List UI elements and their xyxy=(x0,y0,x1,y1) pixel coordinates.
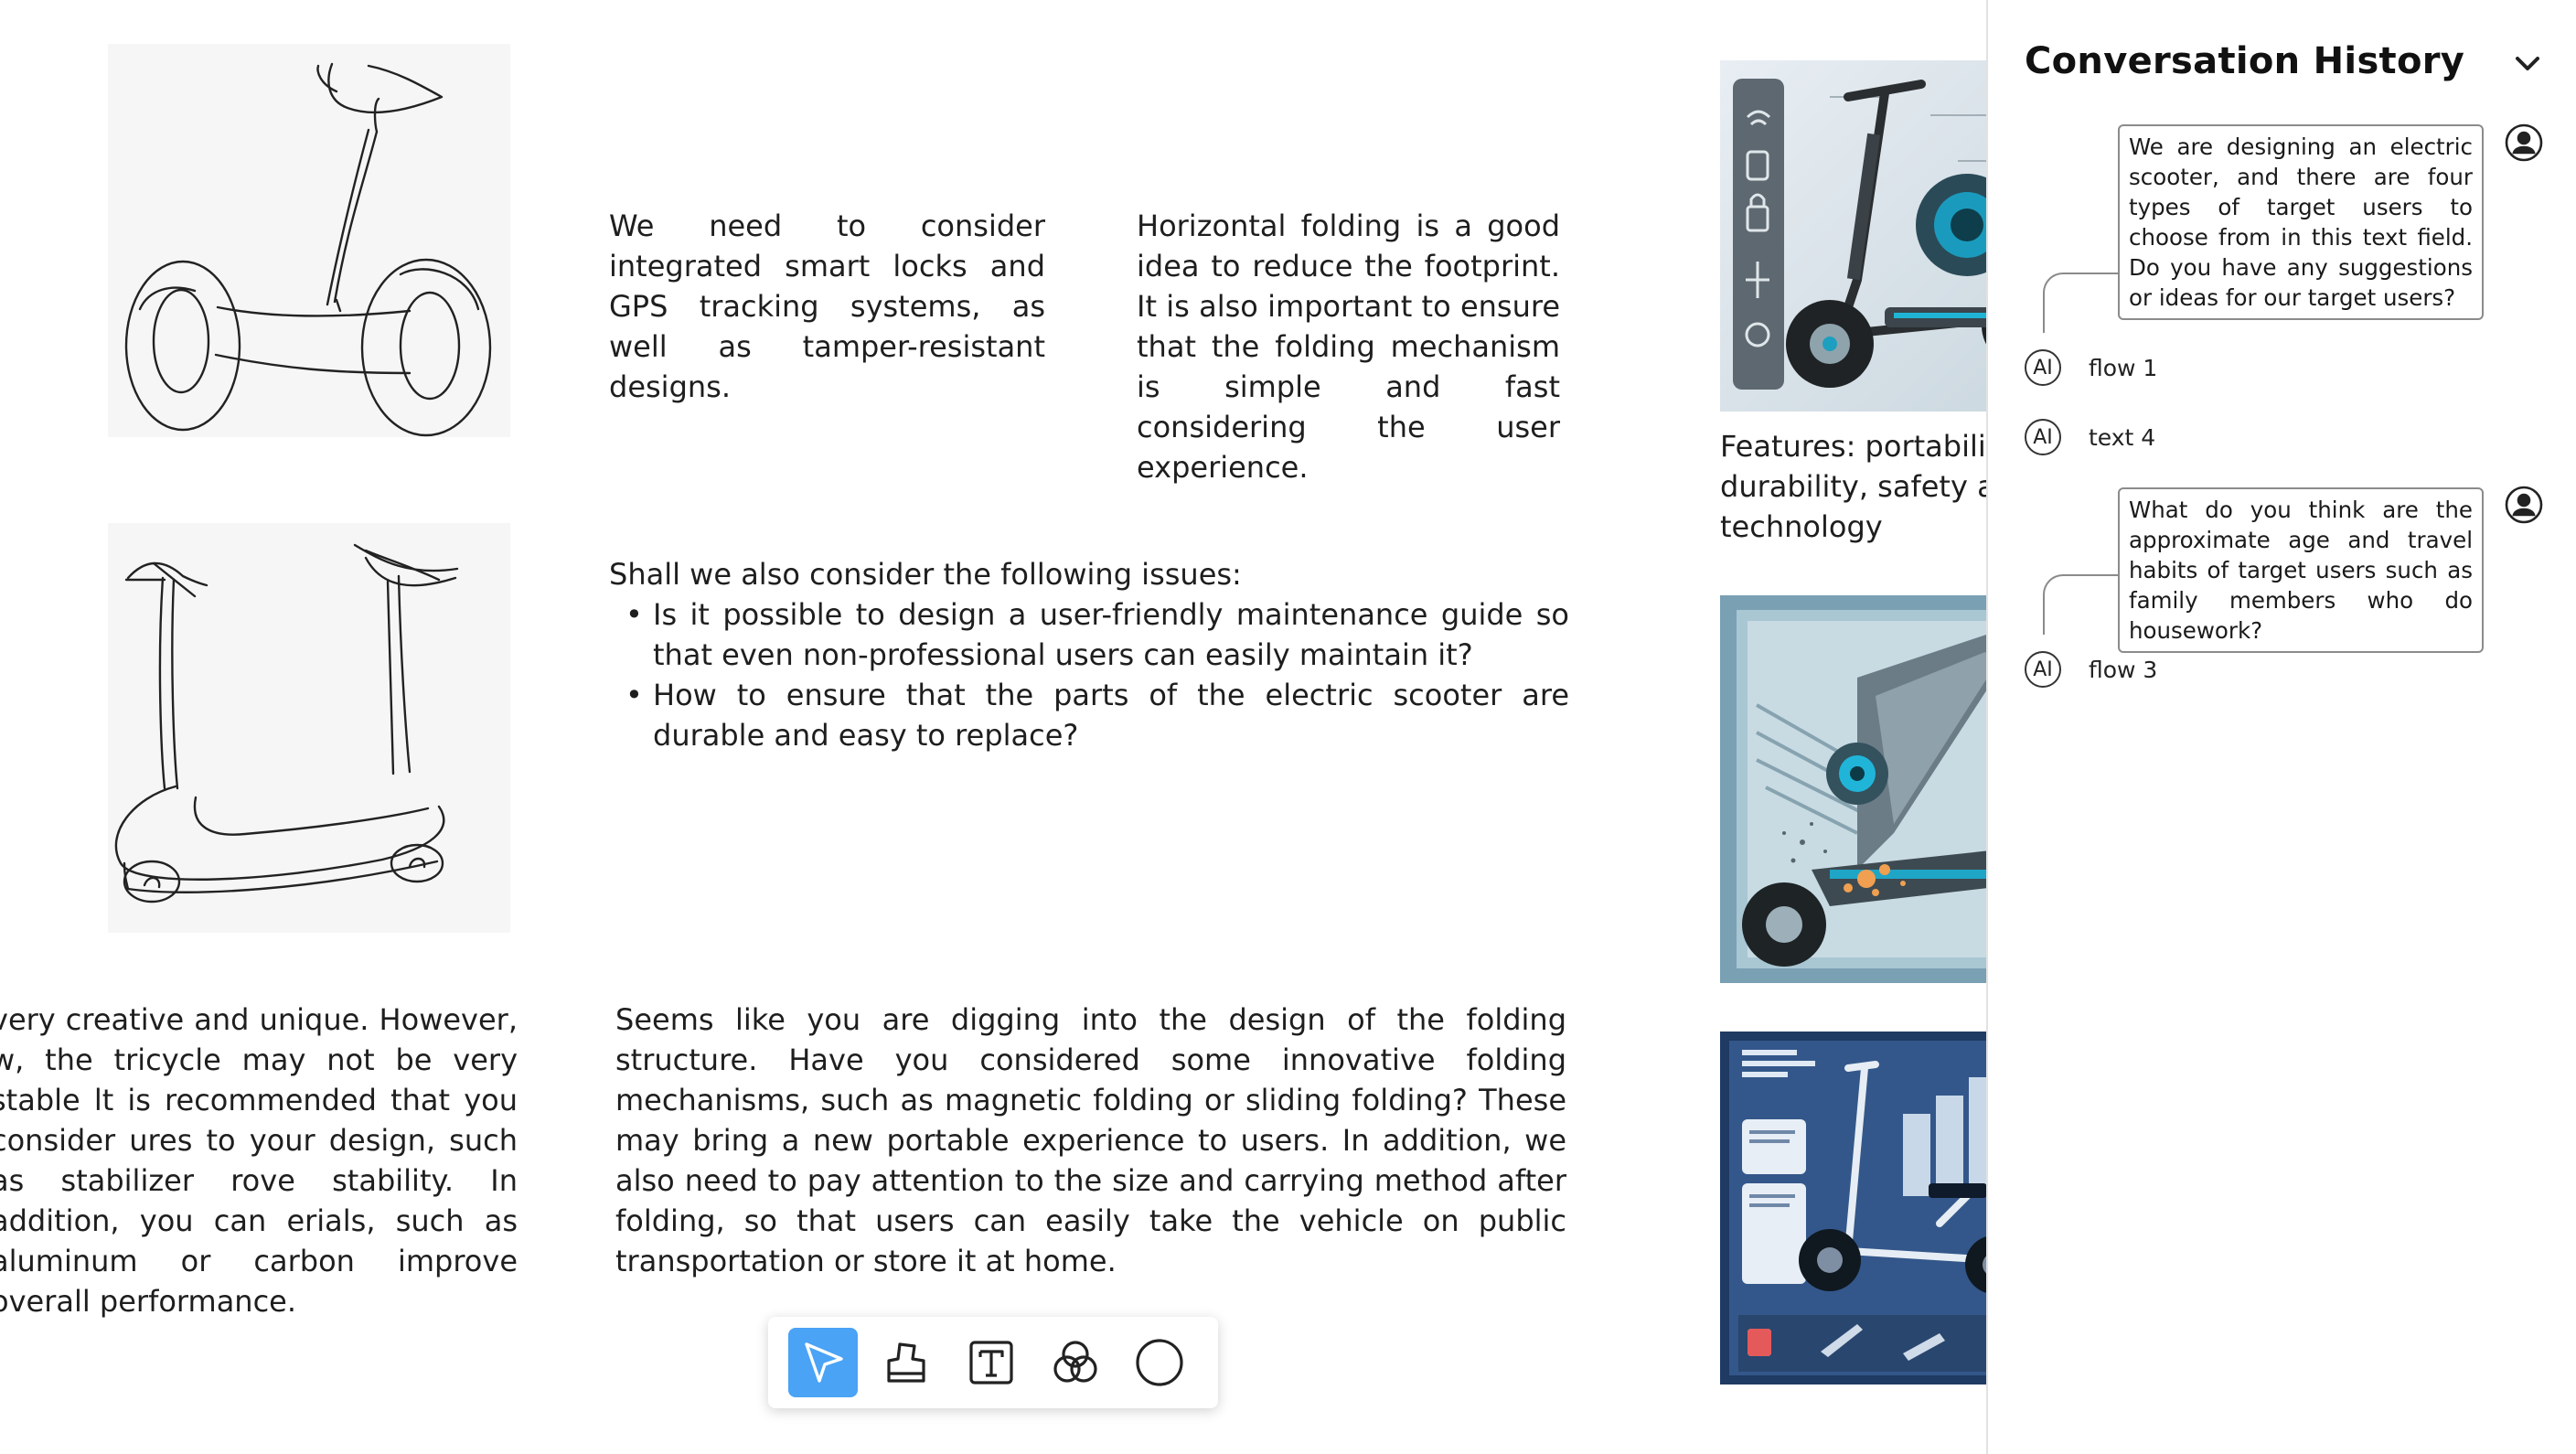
user-message-bubble[interactable]: What do you think are the approximate ag… xyxy=(2118,487,2484,653)
note-issue-item: How to ensure that the parts of the elec… xyxy=(609,675,1569,755)
user-message-text: We are designing an electric scooter, an… xyxy=(2129,134,2473,311)
conversation-history-panel: Conversation History We are designing an… xyxy=(1986,0,2576,1454)
whiteboard-canvas[interactable]: We need to consider integrated smart loc… xyxy=(0,0,1986,1454)
note-issues-intro: Shall we also consider the following iss… xyxy=(609,557,1242,592)
thread-connector xyxy=(2043,574,2120,635)
tool-circle[interactable] xyxy=(1125,1328,1194,1397)
folding-tricycle-scooter-sketch[interactable] xyxy=(108,523,510,933)
panel-title: Conversation History xyxy=(2025,40,2465,82)
note-issues[interactable]: Shall we also consider the following iss… xyxy=(609,554,1569,755)
tool-sticky[interactable] xyxy=(872,1328,942,1397)
overlap-circles-icon xyxy=(1053,1341,1097,1383)
ai-response-label: text 4 xyxy=(2089,423,2156,451)
tool-text[interactable] xyxy=(957,1328,1026,1397)
stamp-icon xyxy=(887,1342,925,1383)
user-avatar xyxy=(2504,485,2544,525)
user-message-bubble[interactable]: We are designing an electric scooter, an… xyxy=(2118,124,2484,320)
drawing-toolbar xyxy=(768,1317,1218,1408)
ai-response-label: flow 1 xyxy=(2089,354,2158,381)
scooter-infographic-render[interactable] xyxy=(1720,1032,1986,1385)
user-icon xyxy=(2505,123,2543,162)
tool-shapes[interactable] xyxy=(1041,1328,1110,1397)
note-issue-item: Is it possible to design a user-friendly… xyxy=(609,594,1569,675)
ai-response-item[interactable]: AI flow 1 xyxy=(2025,347,2157,388)
note-tricycle-feedback-text: very creative and unique. However, w, th… xyxy=(0,1002,518,1319)
text-box-icon xyxy=(969,1341,1013,1385)
note-smart-locks-text: We need to consider integrated smart loc… xyxy=(609,208,1045,404)
note-features-text: Features: portabilit durability, safety … xyxy=(1720,429,1986,544)
note-horizontal-folding[interactable]: Horizontal folding is a good idea to red… xyxy=(1137,206,1560,487)
note-smart-locks[interactable]: We need to consider integrated smart loc… xyxy=(609,206,1045,407)
ai-response-item[interactable]: AI text 4 xyxy=(2025,417,2155,457)
tool-select[interactable] xyxy=(788,1328,858,1397)
chevron-down-icon xyxy=(2516,57,2539,70)
ai-badge: AI xyxy=(2025,419,2061,455)
user-icon xyxy=(2505,486,2543,524)
note-folding-structure-text: Seems like you are digging into the desi… xyxy=(615,1002,1566,1278)
note-tricycle-feedback[interactable]: very creative and unique. However, w, th… xyxy=(0,1000,518,1321)
ai-badge: AI xyxy=(2025,349,2061,386)
note-issues-list: Is it possible to design a user-friendly… xyxy=(609,594,1569,755)
note-horizontal-folding-text: Horizontal folding is a good idea to red… xyxy=(1137,208,1560,485)
ai-response-item[interactable]: AI flow 3 xyxy=(2025,649,2157,690)
note-features[interactable]: Features: portabilit durability, safety … xyxy=(1720,426,1986,547)
ai-badge: AI xyxy=(2025,651,2061,688)
self-balancing-scooter-sketch[interactable] xyxy=(108,44,510,437)
thread-connector xyxy=(2043,273,2120,333)
folding-scooter-exploded-render[interactable] xyxy=(1720,595,1986,983)
user-avatar xyxy=(2504,123,2544,163)
ai-response-label: flow 3 xyxy=(2089,656,2158,683)
cursor-arrow-icon xyxy=(805,1342,843,1383)
circle-icon xyxy=(1136,1339,1183,1386)
note-folding-structure[interactable]: Seems like you are digging into the desi… xyxy=(615,1000,1566,1281)
collapse-panel-button[interactable] xyxy=(2509,46,2546,82)
scooter-render-with-icons[interactable] xyxy=(1720,60,1986,412)
user-message-text: What do you think are the approximate ag… xyxy=(2129,497,2473,644)
